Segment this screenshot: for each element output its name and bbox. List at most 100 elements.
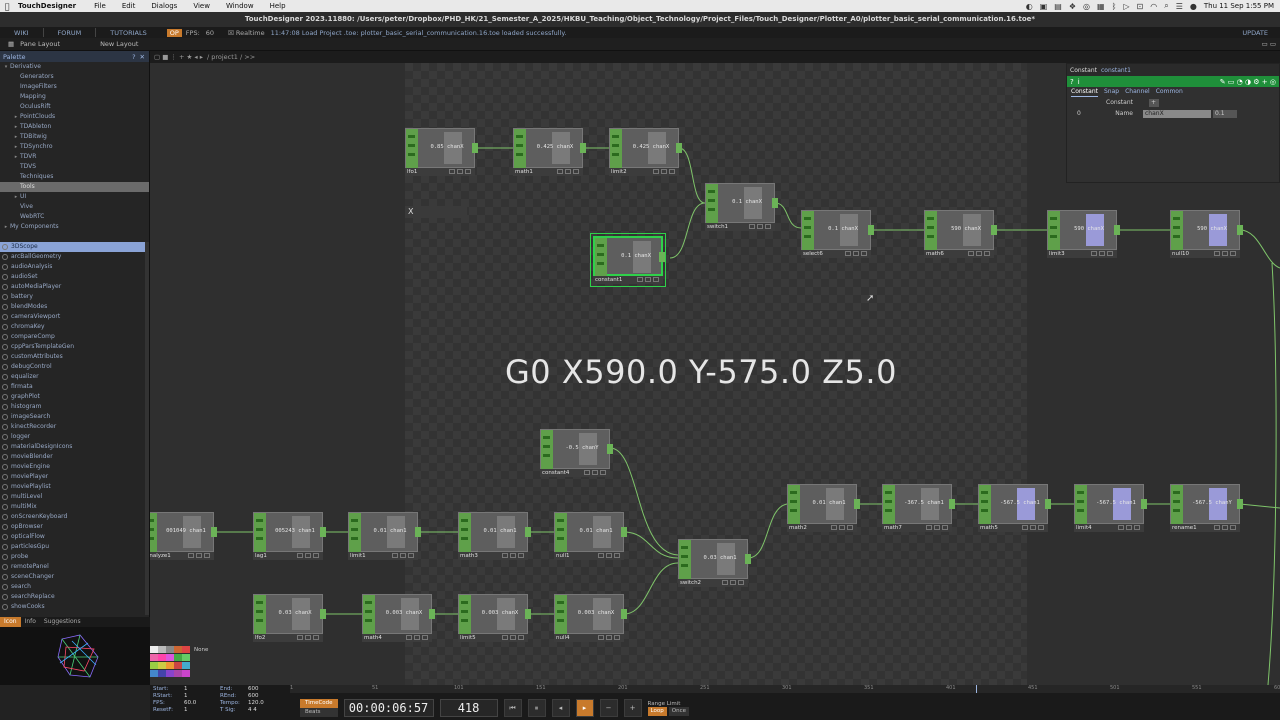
component-item[interactable]: graphPlot xyxy=(0,392,146,402)
update-button[interactable]: UPDATE xyxy=(1230,29,1280,37)
chop-node-null4[interactable]: 0.003 chanX null4 xyxy=(554,594,627,642)
node-body[interactable]: 0.01 chan1 xyxy=(348,512,421,553)
chop-node-limit3[interactable]: 590 chanX limit3 xyxy=(1047,210,1120,258)
node-inlet[interactable] xyxy=(788,485,800,525)
tab-snap[interactable]: Snap xyxy=(1104,87,1119,97)
menu-dialogs[interactable]: Dialogs xyxy=(143,2,185,10)
palette-folder[interactable]: ▸ PointClouds xyxy=(0,112,149,122)
node-inlet[interactable] xyxy=(541,430,553,470)
start-value[interactable]: 1 xyxy=(184,686,188,692)
component-item[interactable]: histogram xyxy=(0,402,146,412)
forum-button[interactable]: FORUM xyxy=(44,29,96,37)
node-flags[interactable] xyxy=(392,553,414,558)
node-flags[interactable] xyxy=(749,224,771,229)
node-inlet[interactable] xyxy=(979,485,991,525)
component-item[interactable]: remotePanel xyxy=(0,562,146,572)
color-swatch[interactable] xyxy=(150,670,158,677)
component-item[interactable]: moviePlaylist xyxy=(0,482,146,492)
wiki-button[interactable]: WIKI xyxy=(0,29,43,37)
color-swatch[interactable] xyxy=(166,662,174,669)
component-item[interactable]: arcBallGeometry xyxy=(0,252,146,262)
node-body[interactable]: 0.01 chan1 xyxy=(554,512,627,553)
node-outlet[interactable] xyxy=(745,554,751,564)
tab-info[interactable]: Info xyxy=(21,617,40,627)
network-path[interactable]: / project1 / >> xyxy=(207,53,255,61)
color-swatch[interactable] xyxy=(158,646,166,653)
menu-edit[interactable]: Edit xyxy=(114,2,144,10)
step-back-icon[interactable]: − xyxy=(599,699,618,717)
color-swatch[interactable] xyxy=(174,670,182,677)
op-name-field[interactable]: constant1 xyxy=(1101,67,1131,74)
palette-folder[interactable]: TDVS xyxy=(0,162,149,172)
chop-node-limit5[interactable]: 0.003 chanX limit5 xyxy=(458,594,531,642)
component-item[interactable]: debugControl xyxy=(0,362,146,372)
component-item[interactable]: moviePlayer xyxy=(0,472,146,482)
component-item[interactable]: movieEngine xyxy=(0,462,146,472)
menu-file[interactable]: File xyxy=(86,2,114,10)
chop-node-math7[interactable]: -367.5 chan1 math7 xyxy=(882,484,955,532)
component-item[interactable]: cameraViewport xyxy=(0,312,146,322)
chop-node-select6[interactable]: 0.1 chanX select6 xyxy=(801,210,874,258)
node-body[interactable]: 0.03 chan1 xyxy=(678,539,751,580)
component-item[interactable]: multiMix xyxy=(0,502,146,512)
layout-icon[interactable]: ▦ xyxy=(0,40,14,48)
node-outlet[interactable] xyxy=(854,499,860,509)
node-body[interactable]: 0.003 chanX xyxy=(362,594,435,635)
node-flags[interactable] xyxy=(653,169,675,174)
name-field[interactable]: chanX xyxy=(1143,110,1211,118)
color-swatch[interactable] xyxy=(174,662,182,669)
info-icon[interactable]: i xyxy=(1078,78,1080,86)
node-inlet[interactable] xyxy=(706,184,718,224)
menu-help[interactable]: Help xyxy=(262,2,294,10)
palette-folder[interactable]: WebRTC xyxy=(0,212,149,222)
expand-arrow-icon[interactable]: ▸ xyxy=(12,122,20,132)
play-icon[interactable]: ▸ xyxy=(575,699,594,717)
component-item[interactable]: opBrowser xyxy=(0,522,146,532)
node-body[interactable]: 0.01 chan1 xyxy=(458,512,531,553)
palette-folder[interactable]: ▸ TDSynchro xyxy=(0,142,149,152)
tab-suggestions[interactable]: Suggestions xyxy=(40,617,85,627)
tempo-value[interactable]: 120.0 xyxy=(248,700,264,706)
close-icon[interactable]: ✕ xyxy=(140,53,145,61)
node-flags[interactable] xyxy=(1091,251,1113,256)
node-outlet[interactable] xyxy=(211,527,217,537)
node-inlet[interactable] xyxy=(254,513,266,553)
node-flags[interactable] xyxy=(502,553,524,558)
param-tools-icons[interactable]: ✎ ▭ ◔ ◑ ⚙ + ◎ xyxy=(1220,78,1276,86)
color-swatch[interactable] xyxy=(150,646,158,653)
chop-node-math5[interactable]: -567.5 chan1 math5 xyxy=(978,484,1051,532)
node-flags[interactable] xyxy=(557,169,579,174)
chop-node-switch1[interactable]: 0.1 chanX switch1 xyxy=(705,183,778,231)
node-inlet[interactable] xyxy=(883,485,895,525)
control-center-icon[interactable]: ☰ xyxy=(1176,2,1183,11)
search-icon[interactable]: ⌕ xyxy=(1164,1,1168,11)
component-item[interactable]: movieBlender xyxy=(0,452,146,462)
component-item[interactable]: equalizer xyxy=(0,372,146,382)
node-body[interactable]: -567.5 chanY xyxy=(1170,484,1243,525)
node-flags[interactable] xyxy=(831,525,853,530)
status-icon[interactable]: ▣ xyxy=(1040,2,1048,11)
component-item[interactable]: particlesGpu xyxy=(0,542,146,552)
node-outlet[interactable] xyxy=(320,527,326,537)
color-swatch[interactable] xyxy=(174,654,182,661)
node-outlet[interactable] xyxy=(949,499,955,509)
chop-node-math1[interactable]: 0.425 chanX math1 xyxy=(513,128,586,176)
expand-arrow-icon[interactable]: ▸ xyxy=(12,192,20,202)
timeline-ruler[interactable]: 151101151201251301351401451501551600 xyxy=(290,685,1280,693)
timecode-toggle[interactable]: TimeCode xyxy=(300,699,338,708)
component-item[interactable]: opticalFlow xyxy=(0,532,146,542)
node-body[interactable]: 0.85 chanX xyxy=(405,128,478,169)
node-outlet[interactable] xyxy=(659,252,665,262)
menu-view[interactable]: View xyxy=(185,2,218,10)
node-outlet[interactable] xyxy=(429,609,435,619)
chop-node-rename1[interactable]: -567.5 chanY rename1 xyxy=(1170,484,1243,532)
node-outlet[interactable] xyxy=(991,225,997,235)
playhead[interactable] xyxy=(975,685,977,693)
palette-folder[interactable]: Generators xyxy=(0,72,149,82)
node-flags[interactable] xyxy=(637,277,659,282)
value-field[interactable]: 0.1 xyxy=(1213,110,1237,118)
node-flags[interactable] xyxy=(1214,525,1236,530)
node-inlet[interactable] xyxy=(363,595,375,635)
chop-node-switch2[interactable]: 0.03 chan1 switch2 xyxy=(678,539,751,587)
component-item[interactable]: logger xyxy=(0,432,146,442)
